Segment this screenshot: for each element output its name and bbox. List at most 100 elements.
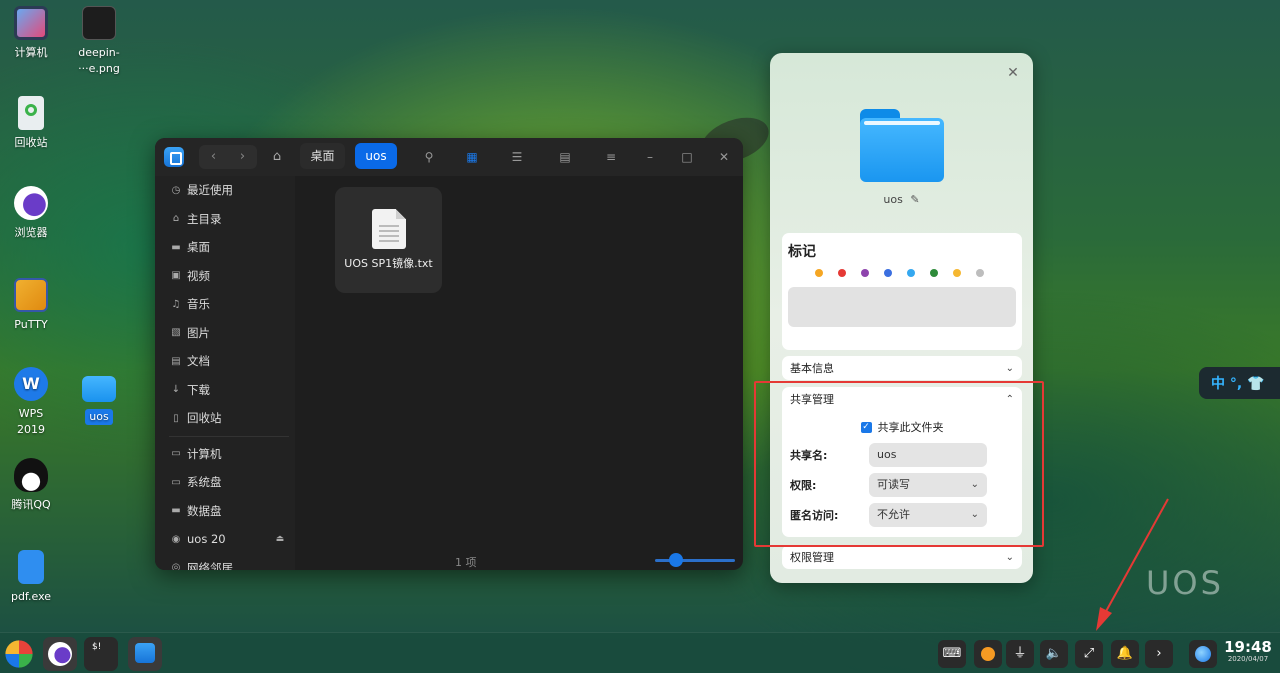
- usb-icon[interactable]: ⏚: [1006, 640, 1034, 668]
- home-icon[interactable]: ⌂: [265, 145, 289, 169]
- sidebar-item-label: 下载: [187, 382, 210, 397]
- disc-icon: ◉: [171, 533, 181, 545]
- clock-time: 19:48: [1224, 638, 1272, 656]
- tag-color-dots: [782, 261, 1022, 277]
- clock-date: 2020/04/07: [1227, 655, 1269, 663]
- highlight-annotation-box: [754, 381, 1044, 547]
- desktop-icon-browser[interactable]: 浏览器: [0, 186, 62, 241]
- file-item[interactable]: UOS SP1镜像.txt: [335, 187, 442, 293]
- sidebar-item-pictures[interactable]: ▧ 图片: [155, 319, 295, 348]
- tag-color-yellow[interactable]: [953, 269, 961, 277]
- tag-color-blue[interactable]: [884, 269, 892, 277]
- sidebar-item-computer[interactable]: ▭ 计算机: [155, 440, 295, 469]
- desktop-icon-putty[interactable]: PuTTY: [0, 278, 62, 333]
- tag-color-green[interactable]: [930, 269, 938, 277]
- desktop-icon-label: 回收站: [14, 136, 48, 149]
- tag-color-purple[interactable]: [861, 269, 869, 277]
- permission-management-section[interactable]: 权限管理 ⌄: [782, 545, 1022, 569]
- list-view-icon[interactable]: ☰: [505, 145, 529, 169]
- video-icon: ▣: [171, 270, 181, 282]
- tags-card: 标记: [782, 233, 1022, 350]
- tag-color-red[interactable]: [838, 269, 846, 277]
- sidebar-item-label: 回收站: [187, 411, 222, 426]
- disk-icon: ▬: [171, 505, 181, 517]
- desktop-icon: ▬: [171, 241, 181, 253]
- detail-view-icon[interactable]: ▤: [553, 145, 577, 169]
- edit-pencil-icon[interactable]: ✎: [910, 193, 919, 206]
- sidebar-item-recent[interactable]: ◷ 最近使用: [155, 176, 295, 205]
- file-manager-window: ‹ › ⌂ 桌面 uos ⚲ ▦ ☰ ▤ ≡ – □ ✕ ◷ 最近使用 ⌂ 主目录 …: [155, 138, 743, 570]
- desktop-icon-label: pdf.exe: [10, 590, 52, 603]
- maximize-icon[interactable]: □: [675, 145, 699, 169]
- sidebar-item-videos[interactable]: ▣ 视频: [155, 262, 295, 291]
- forward-button[interactable]: ›: [228, 145, 257, 169]
- basic-info-section[interactable]: 基本信息 ⌄: [782, 356, 1022, 380]
- qq-icon: [14, 458, 48, 492]
- desktop-icon-label: uos: [85, 409, 113, 425]
- breadcrumb-desktop[interactable]: 桌面: [300, 143, 345, 169]
- desktop-icon-qq[interactable]: 腾讯QQ: [0, 458, 62, 513]
- close-icon[interactable]: ✕: [712, 145, 736, 169]
- network-icon: ◎: [171, 562, 181, 570]
- browser-icon[interactable]: [43, 637, 77, 671]
- launcher-icon[interactable]: [5, 640, 33, 668]
- slider-handle[interactable]: [669, 553, 683, 567]
- tag-input[interactable]: [788, 287, 1016, 327]
- tag-color-gray[interactable]: [976, 269, 984, 277]
- sidebar-item-home[interactable]: ⌂ 主目录: [155, 205, 295, 234]
- sidebar-item-system-disk[interactable]: ▭ 系统盘: [155, 468, 295, 497]
- desktop-icon-uos-folder[interactable]: uos: [68, 372, 130, 425]
- folder-icon: [860, 109, 944, 183]
- tag-color-orange[interactable]: [815, 269, 823, 277]
- tags-title: 标记: [788, 244, 816, 260]
- sidebar-item-downloads[interactable]: ↓ 下载: [155, 376, 295, 405]
- desktop-icon-computer[interactable]: 计算机: [0, 6, 62, 61]
- input-method-indicator[interactable]: 中 °, 👕: [1199, 367, 1280, 399]
- back-button[interactable]: ‹: [199, 145, 228, 169]
- desktop-icon-label-2: 2019: [17, 423, 45, 436]
- desktop-icon-label-2: ···e.png: [78, 62, 120, 75]
- file-manager-titlebar: ‹ › ⌂ 桌面 uos ⚲ ▦ ☰ ▤ ≡ – □ ✕: [155, 138, 743, 176]
- chevron-right-icon[interactable]: ›: [1145, 640, 1173, 668]
- clock[interactable]: 19:48 2020/04/07: [1222, 639, 1274, 663]
- desktop-icon-label: deepin-: [78, 46, 120, 59]
- keyboard-icon[interactable]: ⌨: [938, 640, 966, 668]
- app-tray-icon[interactable]: [974, 640, 1002, 668]
- sidebar-item-uos20[interactable]: ◉ uos 20 ⏏: [155, 525, 295, 554]
- volume-icon[interactable]: 🔈: [1040, 640, 1068, 668]
- sidebar-item-documents[interactable]: ▤ 文档: [155, 347, 295, 376]
- sidebar-item-trash[interactable]: ▯ 回收站: [155, 404, 295, 433]
- file-manager-icon[interactable]: [128, 637, 162, 671]
- desktop-icon-pdf-exe[interactable]: pdf.exe: [0, 550, 62, 605]
- clock-icon: ◷: [171, 184, 181, 196]
- sidebar-item-data-disk[interactable]: ▬ 数据盘: [155, 497, 295, 526]
- annotation-arrow: [1096, 498, 1169, 631]
- chevron-down-icon: ⌄: [1005, 362, 1014, 374]
- disk-icon: ▭: [171, 476, 181, 488]
- sidebar-item-network[interactable]: ◎ 网络邻居: [155, 554, 295, 570]
- breadcrumb-uos[interactable]: uos: [355, 143, 397, 169]
- globe-icon[interactable]: [1189, 640, 1217, 668]
- search-icon[interactable]: ⚲: [417, 145, 441, 169]
- network-share-icon[interactable]: ⤢: [1075, 640, 1103, 668]
- minimize-icon[interactable]: –: [638, 145, 662, 169]
- sidebar-item-label: 最近使用: [187, 183, 233, 198]
- sidebar-item-desktop[interactable]: ▬ 桌面: [155, 233, 295, 262]
- section-title: 权限管理: [790, 551, 834, 564]
- icon-size-slider[interactable]: [655, 553, 735, 567]
- icon-view-icon[interactable]: ▦: [460, 145, 484, 169]
- file-manager-sidebar: ◷ 最近使用 ⌂ 主目录 ▬ 桌面 ▣ 视频 ♫ 音乐 ▧ 图片 ▤ 文档 ↓ 下载 ▯ 回收站 …: [155, 176, 295, 570]
- notification-bell-icon[interactable]: 🔔: [1111, 640, 1139, 668]
- close-icon[interactable]: ✕: [1005, 65, 1021, 81]
- terminal-icon[interactable]: $!: [84, 637, 118, 671]
- sidebar-item-music[interactable]: ♫ 音乐: [155, 290, 295, 319]
- trash-icon: ▯: [173, 412, 179, 424]
- desktop-icon-wps[interactable]: W WPS 2019: [0, 367, 62, 438]
- tag-color-light-blue[interactable]: [907, 269, 915, 277]
- eject-icon[interactable]: ⏏: [276, 534, 285, 544]
- section-title: 基本信息: [790, 362, 834, 375]
- menu-icon[interactable]: ≡: [599, 145, 623, 169]
- desktop-icon-trash[interactable]: 回收站: [0, 96, 62, 151]
- desktop-icon-label: 计算机: [14, 46, 48, 59]
- desktop-icon-deepin-png[interactable]: deepin- ···e.png: [68, 6, 130, 77]
